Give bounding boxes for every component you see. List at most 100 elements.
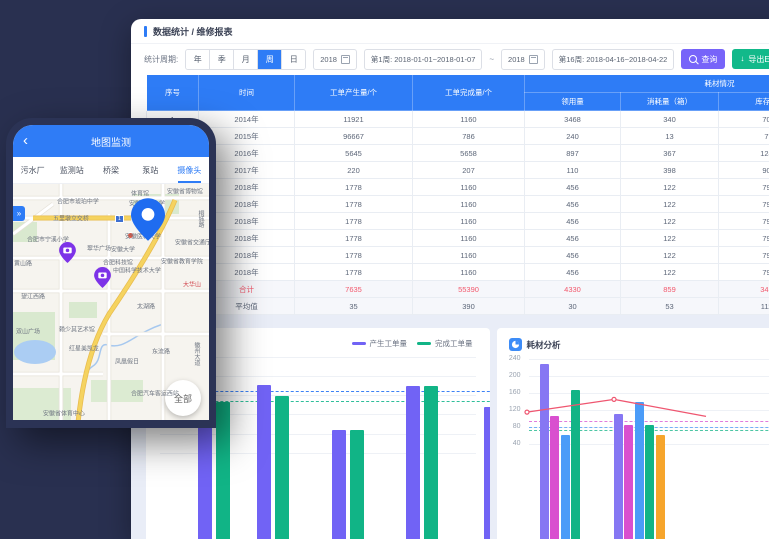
table-cell: 2014年 xyxy=(199,111,295,128)
table-cell: 1160 xyxy=(413,213,525,230)
legend-dash-icon xyxy=(352,342,366,345)
map-label: 中国科学技术大学 xyxy=(113,265,161,274)
table-total-row: 合计7635553904330859349338 xyxy=(147,281,769,298)
table-cell: 456 xyxy=(525,264,621,281)
table-cell: 124 xyxy=(719,145,769,162)
y-axis-tick-40: 40 xyxy=(501,440,521,447)
breadcrumb: 数据统计 / 维修报表 xyxy=(153,25,233,38)
map-view[interactable]: 1 » 全部 合肥市琥珀中学体育馆安徽交通大学安徽省博物馆桐城路五里墩立交桥合肥… xyxy=(13,184,209,420)
table-body: 12014年11921116034683407025022015年9666778… xyxy=(147,111,769,315)
bar-group0-0 xyxy=(540,364,549,539)
table-cell: 79 xyxy=(719,247,769,264)
table-cell: 240 xyxy=(525,128,621,145)
sub-column-header: 消耗量（箱） xyxy=(621,93,719,111)
table-cell: 390 xyxy=(413,298,525,315)
table-cell: 1160 xyxy=(413,196,525,213)
phone-screen: ‹ 地图监测 污水厂监测站桥梁泵站摄像头 xyxy=(13,125,209,420)
map-label: 安徽省教育学院 xyxy=(161,256,203,265)
table-cell: 122 xyxy=(621,196,719,213)
table-cell: 398 xyxy=(621,162,719,179)
end-week-select[interactable]: 第16周: 2018-04-16~2018-04-22 xyxy=(552,49,675,70)
bar-group1-2 xyxy=(635,402,644,539)
end-year-select[interactable]: 2018 xyxy=(501,49,545,70)
table-cell: 79 xyxy=(719,196,769,213)
period-option-周[interactable]: 周 xyxy=(257,50,281,69)
sub-column-header: 库存量 xyxy=(719,93,769,111)
table-cell: 79 xyxy=(719,264,769,281)
bar-产生工单量-0 xyxy=(198,410,212,539)
table-row: 22015年96667786240137690 xyxy=(147,128,769,145)
phone-tab-泵站[interactable]: 泵站 xyxy=(131,157,170,183)
map-label: 红星美凯龙 xyxy=(69,343,99,352)
column-header: 序号 xyxy=(147,75,199,111)
table-header-row: 序号时间工单产生量/个工单完成量/个耗材情况 xyxy=(147,75,769,93)
phone-tab-摄像头[interactable]: 摄像头 xyxy=(170,157,209,183)
bar-group1-1 xyxy=(624,425,633,539)
calendar-icon xyxy=(341,55,350,64)
table-cell: 1778 xyxy=(295,179,413,196)
table-cell: 456 xyxy=(525,179,621,196)
page: { "breadcrumb": "数据统计 / 维修报表", "filters"… xyxy=(0,0,769,420)
table-cell: 349 xyxy=(719,281,769,298)
breadcrumb-bar: 数据统计 / 维修报表 xyxy=(131,19,769,44)
camera-pin[interactable] xyxy=(94,267,111,293)
table-cell: 3468 xyxy=(525,111,621,128)
table-cell: 111 xyxy=(719,298,769,315)
query-button[interactable]: 查询 xyxy=(681,49,725,69)
legend-item-1: 完成工单量 xyxy=(417,338,473,349)
table-cell: 1160 xyxy=(413,111,525,128)
chart-legend: 产生工单量 完成工单量 xyxy=(352,338,473,349)
period-option-季[interactable]: 季 xyxy=(209,50,233,69)
legend-label: 产生工单量 xyxy=(370,338,408,349)
phone-tab-监测站[interactable]: 监测站 xyxy=(52,157,91,183)
table-cell: 122 xyxy=(621,247,719,264)
period-group: 年季月周日 xyxy=(185,49,306,70)
gridline xyxy=(529,376,769,377)
bar-完成工单量-1 xyxy=(275,396,289,539)
gridline xyxy=(529,410,769,411)
camera-pin[interactable] xyxy=(59,242,76,268)
query-button-label: 查询 xyxy=(701,54,717,65)
chart-title-text: 耗材分析 xyxy=(527,339,561,351)
export-excel-button[interactable]: ↓ 导出Excel xyxy=(732,49,769,69)
table-row: 62018年177811604561227967 xyxy=(147,196,769,213)
pie-chart-icon xyxy=(509,338,522,351)
table-cell: 340 xyxy=(621,111,719,128)
y-axis-tick-240: 240 xyxy=(501,355,521,362)
bar-group0-1 xyxy=(550,416,559,539)
table-cell: 1778 xyxy=(295,247,413,264)
bar-group1-0 xyxy=(614,414,623,539)
map-label: 东流路 xyxy=(152,346,170,355)
map-expander-button[interactable]: » xyxy=(13,206,25,221)
period-option-日[interactable]: 日 xyxy=(281,50,305,69)
phone-tab-污水厂[interactable]: 污水厂 xyxy=(13,157,52,183)
gridline xyxy=(529,393,769,394)
download-icon: ↓ xyxy=(740,55,744,63)
table-row: 32016年56455658897367124129 xyxy=(147,145,769,162)
all-filter-button[interactable]: 全部 xyxy=(165,380,201,416)
table-cell: 110 xyxy=(525,162,621,179)
report-table: 序号时间工单产生量/个工单完成量/个耗材情况领用量消耗量（箱）库存量金额1201… xyxy=(146,74,769,315)
table-cell: 13 xyxy=(621,128,719,145)
period-option-月[interactable]: 月 xyxy=(233,50,257,69)
legend-label: 完成工单量 xyxy=(435,338,473,349)
table-head: 序号时间工单产生量/个工单完成量/个耗材情况领用量消耗量（箱）库存量金额 xyxy=(147,75,769,111)
charts-section: 产生工单量完成工单量 360323 耗材分析 2402001601208040 xyxy=(131,315,769,539)
back-icon[interactable]: ‹ xyxy=(23,133,28,148)
table-cell: 456 xyxy=(525,213,621,230)
gridline xyxy=(529,359,769,360)
selected-pin[interactable] xyxy=(131,198,165,246)
dashboard-panel: 数据统计 / 维修报表 统计周期: 年季月周日 2018 第1周: 2018-0… xyxy=(131,19,769,539)
table-average-row: 平均值353903053111140 xyxy=(147,298,769,315)
map-label: 赖少其艺术馆 xyxy=(59,324,95,333)
end-week-value: 第16周: 2018-04-16~2018-04-22 xyxy=(559,54,668,65)
start-year-select[interactable]: 2018 xyxy=(313,49,357,70)
chart-title: 耗材分析 xyxy=(509,338,561,351)
reference-line xyxy=(529,421,769,422)
start-week-select[interactable]: 第1周: 2018-01-01~2018-01-07 xyxy=(364,49,482,70)
map-label: 合肥汽车客运西站 xyxy=(131,388,179,397)
road-shield: 1 xyxy=(115,215,124,223)
period-option-年[interactable]: 年 xyxy=(186,50,209,69)
table-cell: 1778 xyxy=(295,230,413,247)
phone-tab-桥梁[interactable]: 桥梁 xyxy=(91,157,130,183)
